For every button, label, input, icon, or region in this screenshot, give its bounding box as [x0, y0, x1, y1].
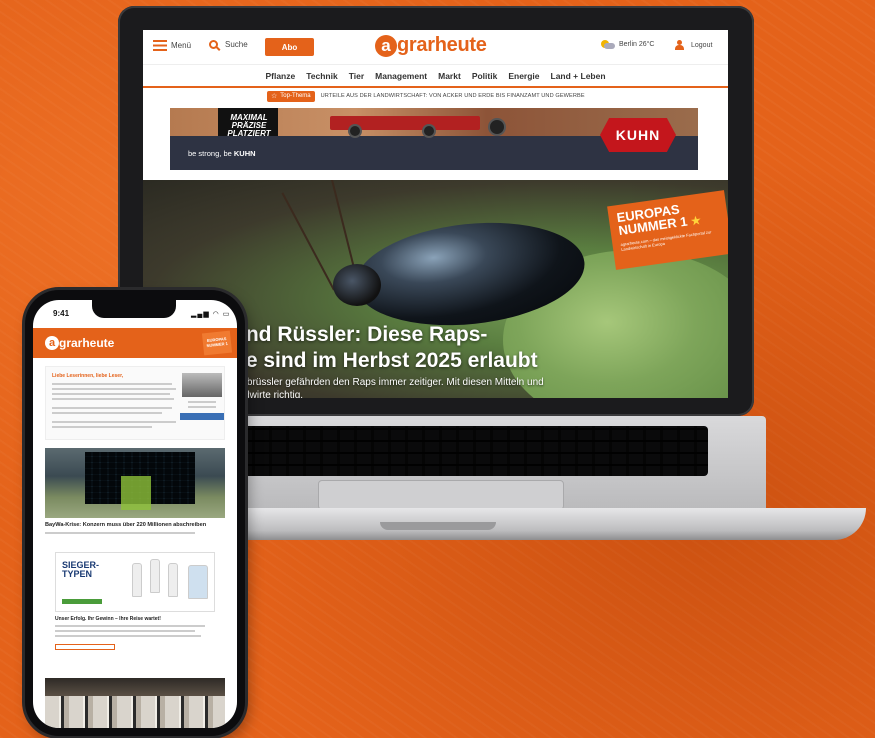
ad-claim-brand: KUHN — [233, 149, 256, 158]
green-facade — [121, 476, 151, 510]
logo-text: grarheute — [59, 336, 115, 350]
ad-title: SIEGER- TYPEN — [62, 561, 99, 579]
baywa-building-photo[interactable] — [45, 448, 225, 518]
nav-item-energie[interactable]: Energie — [508, 71, 539, 81]
read-more-button[interactable] — [55, 644, 115, 650]
phone-logo[interactable]: a grarheute — [45, 336, 114, 350]
beetle-head — [333, 264, 381, 306]
phone-europas-badge: EUROPAS NUMMER 1 — [201, 330, 233, 356]
text-line — [55, 625, 205, 627]
nav-item-land-leben[interactable]: Land + Leben — [551, 71, 606, 81]
beetle-antenna — [281, 192, 335, 291]
seed-bottle — [132, 563, 142, 597]
tractor-wheel — [488, 118, 506, 136]
site-logo[interactable]: a grarheute — [375, 34, 487, 57]
logout-button[interactable]: Logout — [675, 40, 712, 50]
logo-text: grarheute — [397, 34, 487, 56]
seed-bottle — [168, 563, 178, 597]
phone-screen: 9:41 ▂▄▆ ◠ ▭ a grarheute EUROPAS NUMMER … — [33, 300, 237, 728]
greeting-title: Liebe Leserinnen, liebe Leser, — [52, 373, 124, 379]
author-cta-button[interactable] — [180, 413, 224, 420]
article-caption[interactable]: BayWa-Krise: Konzern muss über 220 Milli… — [45, 522, 206, 528]
abo-button[interactable]: Abo — [265, 38, 314, 56]
seed-bottle — [150, 559, 160, 593]
user-icon — [675, 40, 684, 50]
top-thema-bar: ☆ Top-Thema URTEILE AUS DER LANDWIRTSCHA… — [143, 86, 728, 104]
logo-mark: a — [375, 34, 397, 57]
status-time: 9:41 — [53, 309, 70, 318]
nav-item-politik[interactable]: Politik — [472, 71, 498, 81]
top-thema-link[interactable]: URTEILE AUS DER LANDWIRTSCHAFT: VON ACKE… — [321, 93, 585, 99]
status-icons: ▂▄▆ ◠ ▭ — [191, 311, 231, 318]
hero-subtitle: triebrüssler gefährden den Raps immer ze… — [233, 376, 713, 398]
text-line — [188, 406, 216, 408]
ad-title-line: TYPEN — [62, 569, 93, 579]
text-line — [52, 398, 174, 400]
hero-subtitle-line: triebrüssler gefährden den Raps immer ze… — [233, 377, 544, 388]
weather-text: Berlin 26°C — [619, 41, 655, 48]
weather-cloud-sun-icon — [601, 40, 615, 49]
top-thema-badge[interactable]: ☆ Top-Thema — [267, 90, 315, 102]
star-icon: ★ — [690, 214, 702, 228]
nav-item-pflanze[interactable]: Pflanze — [265, 71, 295, 81]
europas-nummer1-badge: EUROPAS NUMMER 1 ★ agrarheute.com – das … — [607, 190, 728, 270]
top-thema-badge-label: Top-Thema — [280, 93, 311, 99]
hamburger-icon — [153, 40, 167, 51]
author-photo — [182, 373, 222, 397]
star-icon: ☆ — [271, 92, 278, 100]
sieger-typen-ad[interactable]: SIEGER- TYPEN — [55, 552, 215, 612]
search-label: Suche — [225, 40, 248, 49]
nav-item-tier[interactable]: Tier — [349, 71, 364, 81]
text-line — [188, 401, 216, 403]
search-icon — [209, 40, 218, 49]
hero-title-line: und Rüssler: Diese Raps- — [233, 323, 488, 346]
ad-claim: be strong, be KUHN — [188, 149, 256, 158]
ad-green-strip — [62, 599, 102, 604]
text-line — [52, 412, 162, 414]
ad-slogan: MAXIMAL PRÄZISE PLATZIERT — [227, 113, 271, 138]
kuhn-logo: KUHN — [600, 118, 676, 152]
milking-parlor-photo[interactable] — [45, 678, 225, 728]
text-line — [55, 635, 201, 637]
laptop-opening-notch — [380, 522, 496, 530]
menu-label: Menü — [171, 41, 192, 50]
laptop-keyboard — [238, 426, 708, 476]
nav-item-markt[interactable]: Markt — [438, 71, 461, 81]
hero-subtitle-line: andwirte richtig. — [233, 390, 304, 398]
seed-bag — [188, 565, 208, 599]
hero-title-line: de sind im Herbst 2025 erlaubt — [233, 349, 538, 372]
site-header: Menü Suche Abo a grarheute Berlin 26°C L… — [143, 30, 728, 64]
text-line — [52, 393, 170, 395]
ad-claim-prefix: be strong, be — [188, 149, 232, 158]
phone-header: a grarheute EUROPAS NUMMER 1 — [33, 328, 237, 358]
text-line — [45, 532, 195, 534]
phone-notch — [92, 298, 176, 318]
text-line — [52, 407, 172, 409]
logout-label: Logout — [691, 41, 713, 49]
logo-mark: a — [45, 336, 59, 350]
nav-item-technik[interactable]: Technik — [306, 71, 338, 81]
machine-wheel — [348, 124, 362, 138]
ad-caption[interactable]: Unser Erfolg. Ihr Gewinn – Ihre Reise wa… — [55, 616, 161, 622]
main-nav: Pflanze Technik Tier Management Markt Po… — [143, 64, 728, 86]
text-line — [52, 383, 172, 385]
hero-title[interactable]: und Rüssler: Diese Raps- de sind im Herb… — [233, 322, 538, 374]
kuhn-ad-banner[interactable]: MAXIMAL PRÄZISE PLATZIERT be strong, be … — [170, 108, 698, 170]
text-line — [52, 388, 176, 390]
nav-item-management[interactable]: Management — [375, 71, 427, 81]
text-line — [55, 630, 195, 632]
menu-button[interactable]: Menü — [153, 40, 191, 51]
text-line — [52, 426, 152, 428]
laptop-trackpad — [318, 480, 564, 510]
text-line — [52, 421, 176, 423]
newsletter-greeting: Liebe Leserinnen, liebe Leser, — [45, 366, 225, 440]
machine-wheel — [422, 124, 436, 138]
search-button[interactable]: Suche — [209, 40, 248, 49]
weather-widget[interactable]: Berlin 26°C — [601, 40, 654, 49]
